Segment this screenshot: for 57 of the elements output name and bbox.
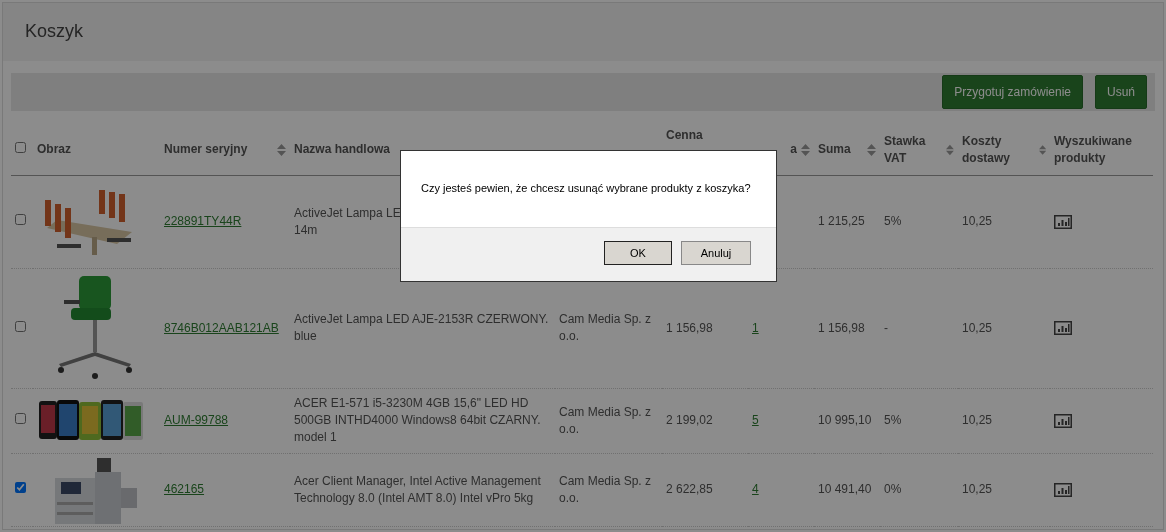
prepare-order-button[interactable]: Przygotuj zamówienie: [942, 75, 1083, 109]
sort-icon[interactable]: [277, 143, 286, 156]
sort-icon[interactable]: [946, 143, 954, 156]
vat-rate: -: [884, 320, 888, 335]
delete-button[interactable]: Usuń: [1095, 75, 1147, 109]
product-name: Acer Client Manager, Intel Active Management Technology 8.0 (Intel AMT 8.0) Intel vPro 5kg: [294, 473, 541, 505]
vat-rate: 5%: [884, 214, 902, 228]
row-checkbox[interactable]: [15, 482, 26, 493]
product-name: ActiveJet Lampa LED AJE-2153R CZERWONY. blue: [294, 312, 549, 343]
unit-price: 2 199,02: [666, 413, 713, 427]
serial-number-link[interactable]: 462165: [164, 482, 205, 496]
bar-chart-icon[interactable]: [1054, 214, 1072, 229]
shipping-cost: 10,25: [962, 214, 993, 228]
cancel-button[interactable]: Anuluj: [681, 241, 751, 265]
column-header: Obraz: [37, 141, 71, 159]
serial-number-link[interactable]: AUM-99788: [164, 413, 229, 427]
vendor-name: Cam Media Sp. z o.o.: [559, 312, 652, 343]
shipping-cost: 10,25: [962, 482, 993, 496]
column-header[interactable]: Numer seryjny: [164, 141, 248, 159]
sort-icon[interactable]: [867, 143, 876, 156]
unit-price: 1 156,98: [666, 320, 713, 335]
column-header[interactable]: Koszty dostawy: [962, 132, 1035, 167]
unit-price: 2 622,85: [666, 482, 713, 496]
page-title: Koszyk: [25, 21, 85, 43]
bar-chart-icon[interactable]: [1054, 413, 1072, 428]
column-header[interactable]: a: [790, 141, 797, 159]
product-name: ACER E1-571 i5-3230M 4GB 15,6" LED HD 500GB INTHD4000 Windows8 64bit CZARNY. model 1: [294, 396, 541, 444]
sort-icon[interactable]: [801, 143, 810, 156]
ok-button[interactable]: OK: [604, 241, 672, 265]
row-checkbox[interactable]: [15, 214, 26, 225]
column-header: Cenna: [666, 127, 703, 144]
total-price: 10 491,40: [818, 482, 872, 496]
product-name: ActiveJet Lampa LE 14m: [294, 205, 401, 237]
total-price: 1 215,25: [818, 214, 865, 228]
bar-chart-icon[interactable]: [1054, 482, 1072, 497]
bar-chart-icon[interactable]: [1054, 321, 1072, 336]
shipping-cost: 10,25: [962, 320, 993, 335]
quantity-link[interactable]: 5: [752, 413, 759, 427]
serial-number-link[interactable]: 8746B012AAB121AB: [164, 320, 279, 335]
sort-icon[interactable]: [1038, 143, 1046, 156]
column-header[interactable]: Suma: [818, 141, 851, 159]
column-header: Nazwa handlowa: [294, 141, 391, 159]
total-price: 1 156,98: [818, 320, 865, 335]
vat-rate: 0%: [884, 482, 902, 496]
vendor-name: Cam Media Sp. z o.o.: [559, 404, 652, 436]
serial-number-link[interactable]: 228891TY44R: [164, 214, 242, 228]
total-price: 10 995,10: [818, 413, 872, 427]
quantity-link[interactable]: 1: [752, 320, 759, 335]
quantity-link[interactable]: 4: [752, 482, 759, 496]
vendor-name: Cam Media Sp. z o.o.: [559, 473, 652, 505]
column-header[interactable]: Stawka VAT: [884, 132, 943, 167]
vat-rate: 5%: [884, 413, 902, 427]
shipping-cost: 10,25: [962, 413, 993, 427]
row-checkbox[interactable]: [15, 413, 26, 424]
column-header: Wyszukiwane produkty: [1054, 132, 1133, 167]
select-all-checkbox[interactable]: [15, 142, 26, 154]
row-checkbox[interactable]: [15, 320, 26, 332]
